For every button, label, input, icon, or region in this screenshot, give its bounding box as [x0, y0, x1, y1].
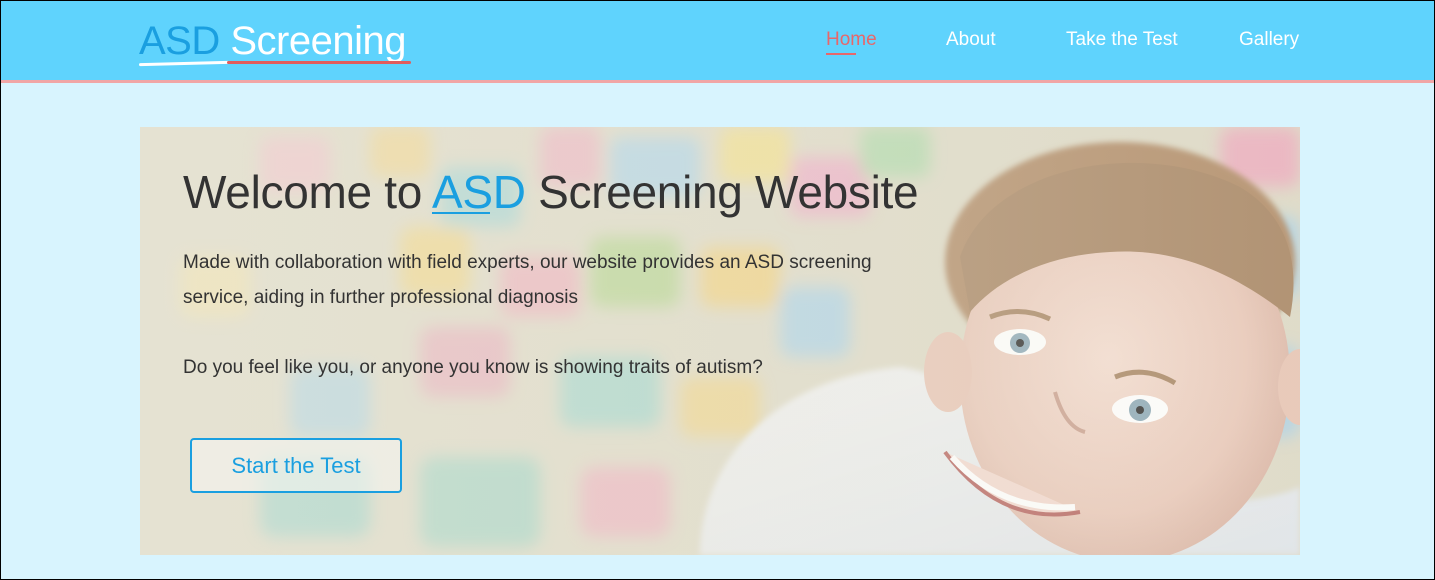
nav-home-label: Home	[826, 29, 877, 50]
hero-title-prefix: Welcome to	[183, 166, 432, 218]
nav-take-the-test[interactable]: Take the Test	[1066, 28, 1178, 52]
nav-active-underline	[826, 53, 856, 55]
nav-gallery[interactable]: Gallery	[1239, 28, 1299, 52]
hero-description: Made with collaboration with field exper…	[183, 252, 872, 308]
nav-about[interactable]: About	[946, 28, 996, 52]
hero-content: Welcome to ASD Screening Website Made wi…	[183, 163, 943, 385]
hero-title-accent-text: ASD	[431, 166, 526, 218]
main-nav: Home About Take the Test Gallery	[0, 28, 1435, 55]
hero-title-suffix: Screening Website	[525, 166, 919, 218]
nav-gallery-label: Gallery	[1239, 29, 1300, 50]
nav-take-the-test-label: Take the Test	[1066, 29, 1178, 50]
site-header: ASD Screening Home About Take the Test G…	[0, 0, 1435, 83]
hero-title-accent-underline	[431, 212, 490, 214]
hero-title: Welcome to ASD Screening Website	[183, 163, 943, 221]
start-test-button[interactable]: Start the Test	[190, 438, 402, 493]
logo-underline-red	[227, 61, 411, 64]
nav-about-label: About	[946, 29, 996, 50]
hero-banner: Welcome to ASD Screening Website Made wi…	[140, 127, 1300, 555]
hero-question: Do you feel like you, or anyone you know…	[183, 357, 763, 378]
hero-title-accent: ASD	[431, 166, 526, 218]
nav-home[interactable]: Home	[826, 28, 877, 55]
